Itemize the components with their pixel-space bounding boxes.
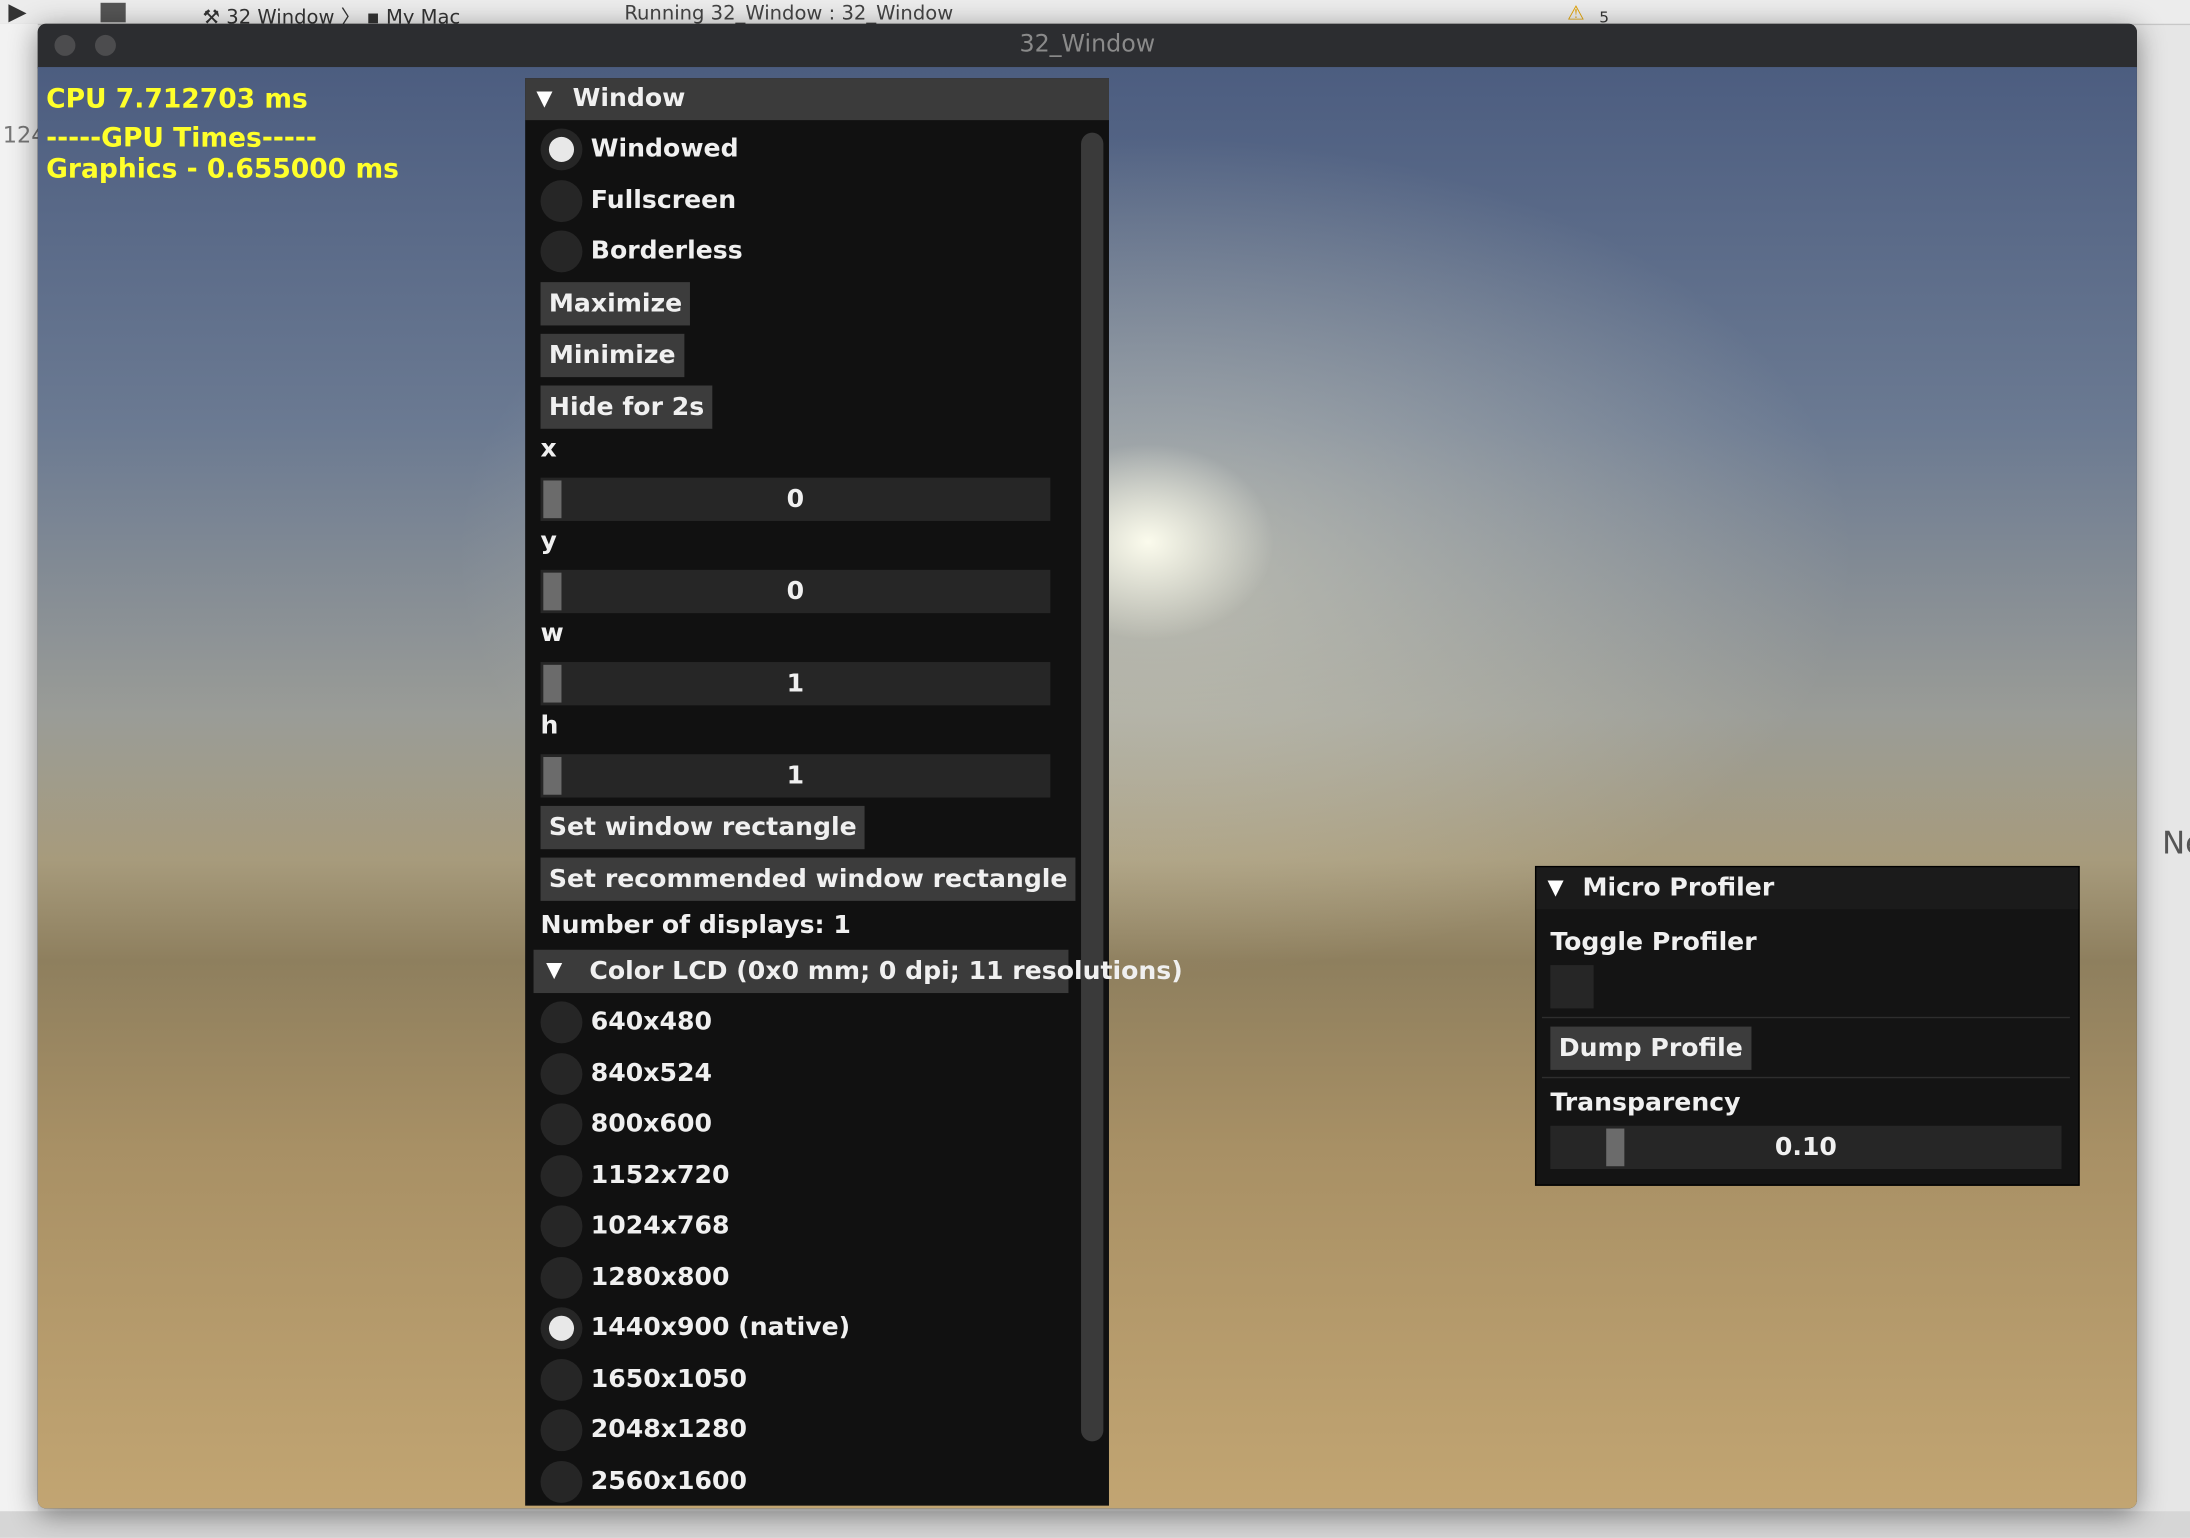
- window-panel: ▼ Window Windowed Fullscreen Borderless Ma…: [525, 78, 1183, 1506]
- xcode-toolbar: ▶ ⚒ 32 Window 〉 ▪ My Mac Running 32_Wind…: [0, 0, 2190, 29]
- set-window-rectangle-button[interactable]: Set window rectangle: [540, 805, 866, 850]
- slider-x[interactable]: 0: [540, 477, 1051, 521]
- stop-icon[interactable]: [100, 2, 126, 23]
- resolution-option[interactable]: 1650x1050: [540, 1358, 1044, 1401]
- slider-label: h: [540, 710, 559, 741]
- minimize-window-button[interactable]: Minimize: [540, 333, 684, 378]
- toggle-profiler-label: Toggle Profiler: [1550, 927, 1757, 957]
- radio-label: 800x600: [590, 1108, 712, 1139]
- resolution-option[interactable]: 840x524: [540, 1052, 1044, 1095]
- radio-button[interactable]: [540, 230, 583, 273]
- warning-icon[interactable]: ⚠: [1567, 3, 1585, 25]
- radio-button[interactable]: [540, 1409, 583, 1452]
- window-title: 32_Window: [1019, 30, 1156, 59]
- micro-profiler-panel: ▼ Micro Profiler Toggle Profiler Dump Pr…: [1534, 865, 2080, 1186]
- panel-title: Window: [572, 83, 686, 114]
- radio-button[interactable]: [540, 1001, 583, 1044]
- run-icon[interactable]: ▶: [8, 0, 26, 27]
- resolution-option[interactable]: 1152x720: [540, 1154, 1044, 1197]
- radio-label: 1440x900 (native): [590, 1312, 851, 1343]
- mode-option[interactable]: Borderless: [540, 230, 1044, 273]
- slider-label: w: [540, 618, 564, 649]
- radio-button[interactable]: [540, 128, 583, 171]
- collapse-triangle-icon: ▼: [536, 85, 553, 111]
- separator: [1541, 1016, 2070, 1019]
- activity-status: Running 32_Window : 32_Window: [624, 2, 954, 26]
- app-window: 32_Window CPU 7.712703 ms -----GPU Times…: [37, 23, 2137, 1509]
- display-header[interactable]: ▼ Color LCD (0x0 mm; 0 dpi; 11 resolutio…: [533, 949, 1183, 994]
- radio-label: Windowed: [590, 134, 739, 164]
- slider-y[interactable]: 0: [540, 569, 1051, 614]
- radio-button[interactable]: [540, 179, 583, 222]
- radio-label: 1650x1050: [590, 1363, 747, 1394]
- resolution-option[interactable]: 800x600: [540, 1103, 1044, 1146]
- collapse-triangle-icon: ▼: [1547, 874, 1564, 900]
- radio-button[interactable]: [540, 1154, 583, 1197]
- radio-button[interactable]: [540, 1205, 583, 1248]
- separator: [1541, 1076, 2070, 1079]
- radio-label: 1024x768: [590, 1210, 730, 1241]
- display-header-label: Color LCD (0x0 mm; 0 dpi; 11 resolutions…: [589, 956, 1183, 987]
- slider-value: 0: [786, 484, 805, 514]
- xcode-bottom-bar: [0, 1511, 2190, 1538]
- radio-label: 840x524: [590, 1058, 712, 1088]
- hide-button[interactable]: Hide for 2s: [540, 385, 713, 429]
- radio-label: 1152x720: [590, 1159, 730, 1190]
- resolution-option[interactable]: 2560x1600: [540, 1460, 1044, 1503]
- graphics-time: Graphics - 0.655000 ms: [46, 153, 399, 185]
- toggle-profiler-checkbox[interactable]: [1550, 965, 1594, 1009]
- resolution-option[interactable]: 640x480: [540, 1001, 1044, 1044]
- mode-option[interactable]: Windowed: [540, 128, 1044, 171]
- gpu-header: -----GPU Times-----: [46, 122, 317, 154]
- radio-label: Borderless: [590, 236, 743, 266]
- radio-button[interactable]: [540, 1460, 583, 1503]
- resolution-option[interactable]: 1440x900 (native): [540, 1307, 1044, 1350]
- radio-label: 640x480: [590, 1007, 712, 1037]
- slider-label: y: [540, 526, 557, 556]
- slider-h[interactable]: 1: [540, 754, 1051, 798]
- slider-value: 0: [786, 576, 805, 607]
- transparency-label: Transparency: [1550, 1088, 1741, 1118]
- profiler-title: Micro Profiler: [1582, 872, 1775, 903]
- resolution-option[interactable]: 1024x768: [540, 1205, 1044, 1248]
- slider-value: 1: [786, 669, 805, 699]
- mode-option[interactable]: Fullscreen: [540, 179, 1044, 222]
- radio-label: 1280x800: [590, 1261, 730, 1292]
- set-recommended-rectangle-button[interactable]: Set recommended window rectangle: [540, 857, 1076, 901]
- radio-label: Fullscreen: [590, 185, 737, 215]
- radio-button[interactable]: [540, 1103, 583, 1146]
- maximize-button[interactable]: Maximize: [540, 282, 691, 326]
- transparency-value: 0.10: [1774, 1132, 1837, 1163]
- desert-scene: CPU 7.712703 ms -----GPU Times----- Grap…: [37, 67, 2137, 1509]
- resolution-option[interactable]: 1280x800: [540, 1256, 1044, 1299]
- scrollbar[interactable]: [1081, 132, 1104, 1442]
- transparency-slider[interactable]: 0.10: [1550, 1125, 2062, 1170]
- radio-button[interactable]: [540, 1358, 583, 1401]
- radio-button[interactable]: [540, 1307, 583, 1350]
- radio-button[interactable]: [540, 1052, 583, 1095]
- dump-profile-button[interactable]: Dump Profile: [1550, 1026, 1752, 1070]
- radio-label: 2048x1280: [590, 1414, 747, 1445]
- title-bar[interactable]: 32_Window: [37, 23, 2137, 69]
- slider-w[interactable]: 1: [540, 662, 1051, 706]
- resolution-option[interactable]: 2048x1280: [540, 1409, 1044, 1452]
- slider-label: x: [540, 434, 557, 464]
- right-pane-text: Ne: [2162, 826, 2190, 862]
- display-count: Number of displays: 1: [540, 910, 851, 940]
- radio-label: 2560x1600: [590, 1465, 747, 1496]
- collapse-triangle-icon: ▼: [546, 956, 563, 982]
- radio-button[interactable]: [540, 1256, 583, 1299]
- window-panel-header[interactable]: ▼ Window: [525, 78, 1109, 121]
- cpu-time: CPU 7.712703 ms: [46, 83, 308, 115]
- profiler-header[interactable]: ▼ Micro Profiler: [1536, 867, 2079, 910]
- xcode-left-pane: 124: [0, 23, 45, 1538]
- slider-value: 1: [786, 761, 805, 791]
